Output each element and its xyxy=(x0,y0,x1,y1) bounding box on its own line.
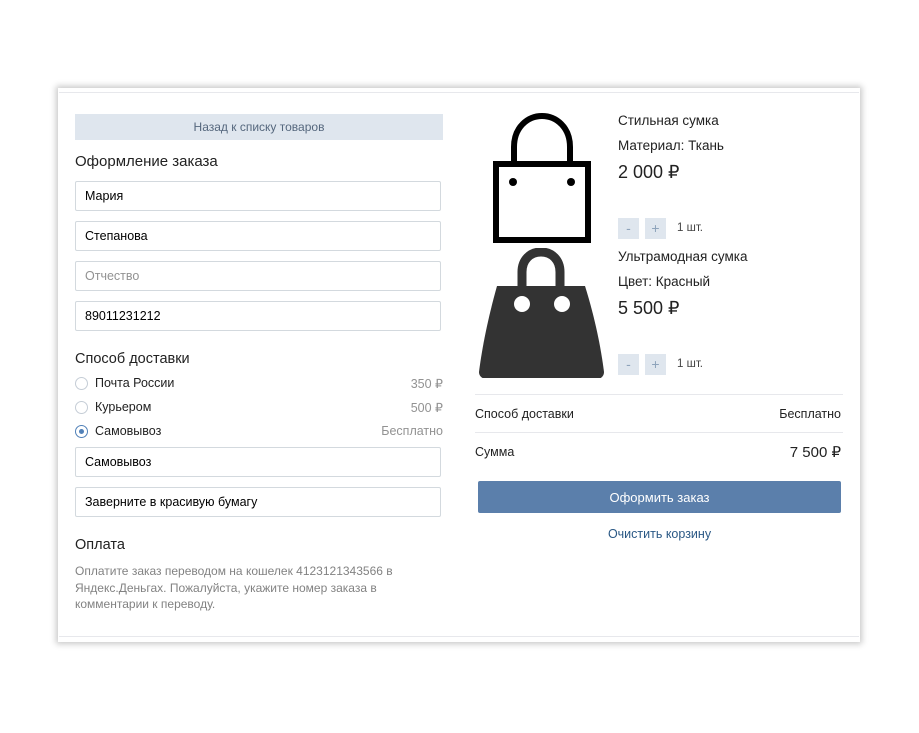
patronymic-field[interactable] xyxy=(75,261,441,291)
product-price: 2 000 ₽ xyxy=(618,162,680,182)
back-to-list-button[interactable]: Назад к списку товаров xyxy=(75,114,443,140)
increase-qty-button[interactable]: + xyxy=(645,218,666,239)
quantity-value: 1 шт. xyxy=(677,358,704,370)
divider xyxy=(475,394,843,395)
payment-instructions: Оплатите заказ переводом на кошелек 4123… xyxy=(75,564,393,611)
total-value: 7 500 ₽ xyxy=(789,444,841,461)
clear-cart-link[interactable]: Очистить корзину xyxy=(478,527,841,541)
delivery-option-label: Самовывоз xyxy=(95,424,162,438)
payment-title: Оплата xyxy=(75,537,125,553)
first-name-field[interactable] xyxy=(75,181,441,211)
delivery-summary-value: Бесплатно xyxy=(779,407,841,421)
comment-field[interactable] xyxy=(75,487,441,517)
delivery-summary-label: Способ доставки xyxy=(475,407,574,421)
product-attribute: Цвет: Красный xyxy=(618,274,711,289)
decrease-qty-button[interactable]: - xyxy=(618,354,639,375)
delivery-option-label: Почта России xyxy=(95,376,175,390)
delivery-option-pickup[interactable]: Самовывоз Бесплатно xyxy=(75,424,443,442)
total-label: Сумма xyxy=(475,445,515,459)
product-attribute: Материал: Ткань xyxy=(618,138,724,153)
divider xyxy=(475,432,843,433)
delivery-option-price: Бесплатно xyxy=(381,424,443,438)
checkout-content: Назад к списку товаров Оформление заказа… xyxy=(59,92,859,637)
product-name: Стильная сумка xyxy=(618,113,719,128)
outline-bag-icon xyxy=(493,113,591,243)
phone-field[interactable] xyxy=(75,301,441,331)
quantity-value: 1 шт. xyxy=(677,222,704,234)
radio-button[interactable] xyxy=(75,377,88,390)
delivery-option-label: Курьером xyxy=(95,400,152,414)
increase-qty-button[interactable]: + xyxy=(645,354,666,375)
product-price: 5 500 ₽ xyxy=(618,298,680,318)
pickup-field[interactable] xyxy=(75,447,441,477)
order-title: Оформление заказа xyxy=(75,153,218,170)
product-name: Ультрамодная сумка xyxy=(618,249,748,264)
checkout-card: Назад к списку товаров Оформление заказа… xyxy=(58,88,860,642)
delivery-option-post[interactable]: Почта России 350 ₽ xyxy=(75,376,443,394)
radio-button-selected[interactable] xyxy=(75,425,88,438)
delivery-option-price: 350 ₽ xyxy=(410,377,443,391)
delivery-option-courier[interactable]: Курьером 500 ₽ xyxy=(75,400,443,418)
last-name-field[interactable] xyxy=(75,221,441,251)
place-order-button[interactable]: Оформить заказ xyxy=(478,481,841,513)
filled-handbag-icon xyxy=(479,248,604,378)
delivery-option-price: 500 ₽ xyxy=(410,401,443,415)
decrease-qty-button[interactable]: - xyxy=(618,218,639,239)
delivery-title: Способ доставки xyxy=(75,351,190,367)
radio-button[interactable] xyxy=(75,401,88,414)
